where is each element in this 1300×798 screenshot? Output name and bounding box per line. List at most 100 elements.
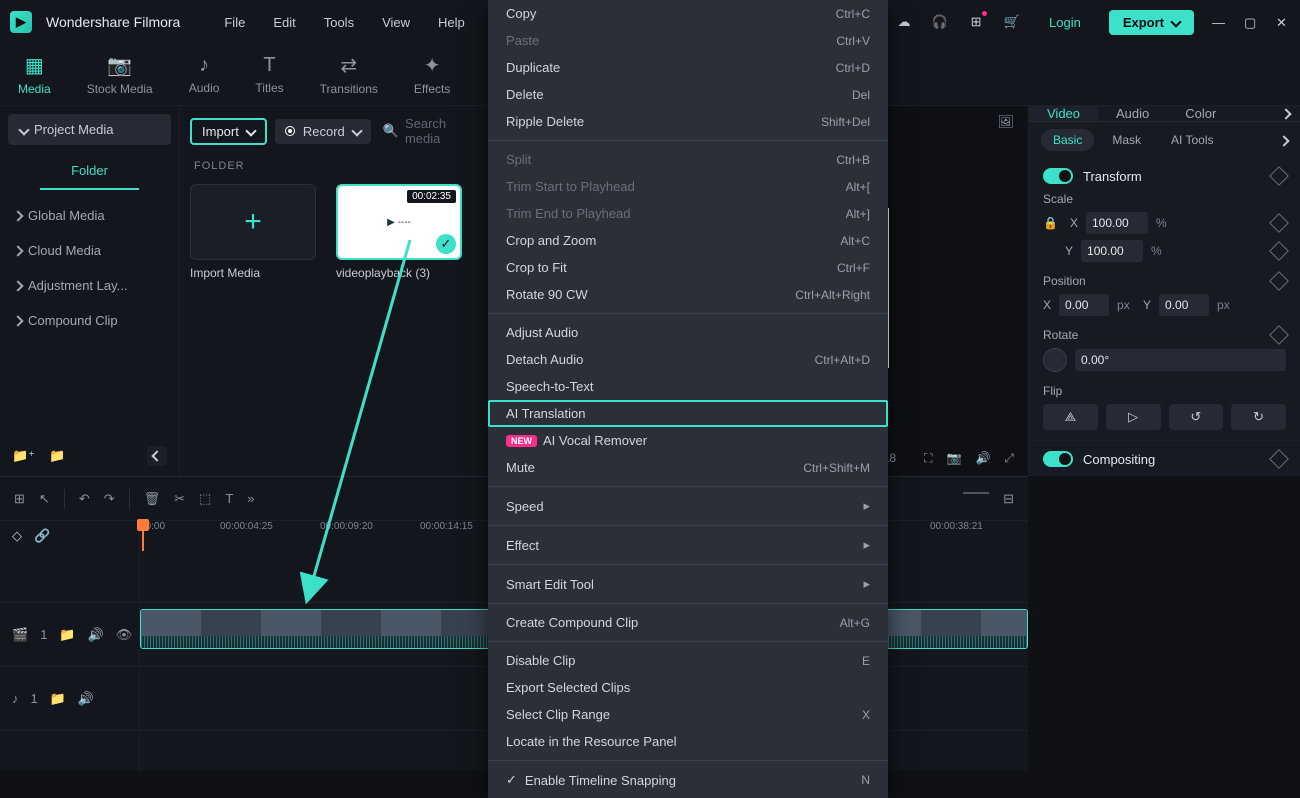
ctx-ai-vocal-remover[interactable]: NEWAI Vocal Remover — [488, 427, 888, 454]
ctx-smart-edit[interactable]: Smart Edit Tool▸ — [488, 570, 888, 598]
cart-icon[interactable]: 🛒 — [1003, 13, 1021, 31]
ctx-adjust-audio[interactable]: Adjust Audio — [488, 319, 888, 346]
ctx-enable-snapping[interactable]: ✓Enable Timeline SnappingN — [488, 766, 888, 794]
compositing-toggle[interactable] — [1043, 451, 1073, 467]
maximize-icon[interactable]: ▢ — [1244, 15, 1258, 29]
collapse-sidebar[interactable] — [147, 446, 167, 466]
pos-y-input[interactable] — [1159, 294, 1209, 316]
media-clip-1[interactable]: 00:02:35 ▶ ---- ✓ videoplayback (3) — [336, 184, 462, 280]
rotate-cw-button[interactable]: ↻ — [1231, 404, 1286, 430]
subtab-basic[interactable]: Basic — [1041, 129, 1094, 151]
ctx-rotate-90[interactable]: Rotate 90 CWCtrl+Alt+Right — [488, 281, 888, 308]
subtab-mask[interactable]: Mask — [1100, 129, 1153, 151]
playhead[interactable] — [142, 521, 144, 551]
audio-track-label[interactable]: ♪1 📁 🔊 — [0, 667, 139, 731]
export-button[interactable]: Export — [1109, 10, 1194, 35]
video-track-label[interactable]: 🎬1 📁 🔊 👁 — [0, 603, 139, 667]
fullscreen-icon[interactable]: ⤢ — [1004, 451, 1014, 466]
minimize-icon[interactable]: — — [1212, 15, 1226, 29]
ctx-crop-zoom[interactable]: Crop and ZoomAlt+C — [488, 227, 888, 254]
rotate-ccw-button[interactable]: ↺ — [1169, 404, 1224, 430]
apps-icon[interactable]: ⊞ — [967, 13, 985, 31]
snapshot-icon[interactable]: 📷 — [946, 451, 961, 466]
ctx-detach-audio[interactable]: Detach AudioCtrl+Alt+D — [488, 346, 888, 373]
volume-icon[interactable]: 🔊 — [88, 627, 104, 643]
keyframe-diamond-icon[interactable] — [1269, 271, 1289, 291]
rotate-input[interactable] — [1075, 349, 1286, 371]
crop-icon[interactable]: ⬚ — [199, 491, 211, 507]
menu-help[interactable]: Help — [438, 15, 465, 30]
menu-view[interactable]: View — [382, 15, 410, 30]
transform-toggle[interactable] — [1043, 168, 1073, 184]
rotate-dial[interactable] — [1043, 348, 1067, 372]
ctx-duplicate[interactable]: DuplicateCtrl+D — [488, 54, 888, 81]
volume-icon[interactable]: 🔊 — [975, 451, 990, 466]
folder-icon[interactable]: 📁 — [49, 448, 65, 464]
ctx-ripple-delete[interactable]: Ripple DeleteShift+Del — [488, 108, 888, 135]
ctx-copy[interactable]: CopyCtrl+C — [488, 0, 888, 27]
ctx-speed[interactable]: Speed▸ — [488, 492, 888, 520]
volume-icon[interactable]: 🔊 — [78, 691, 94, 707]
tab-color-props[interactable]: Color — [1167, 106, 1234, 121]
new-folder-icon[interactable]: 📁⁺ — [12, 448, 35, 464]
ctx-locate[interactable]: Locate in the Resource Panel — [488, 728, 888, 755]
grid-icon[interactable]: ⊞ — [14, 491, 25, 507]
screen-icon[interactable]: ⛶ — [924, 451, 932, 466]
folder-tab[interactable]: Folder — [40, 153, 139, 190]
keyframe-diamond-icon[interactable] — [1269, 241, 1289, 261]
headphones-icon[interactable]: 🎧 — [931, 13, 949, 31]
folder-icon[interactable]: 📁 — [59, 627, 75, 643]
tab-transitions[interactable]: ⇄Transitions — [320, 53, 378, 96]
sidebar-item-adjustment[interactable]: Adjustment Lay... — [0, 268, 179, 303]
mixer-icon[interactable]: ⎺⎺ — [963, 491, 989, 507]
scale-y-input[interactable] — [1081, 240, 1143, 262]
ctx-delete[interactable]: DeleteDel — [488, 81, 888, 108]
more-icon[interactable]: » — [247, 491, 254, 506]
ctx-mute[interactable]: MuteCtrl+Shift+M — [488, 454, 888, 481]
sidebar-item-cloud[interactable]: Cloud Media — [0, 233, 179, 268]
eye-icon[interactable]: 👁 — [116, 627, 133, 643]
ctx-speech-to-text[interactable]: Speech-to-Text — [488, 373, 888, 400]
ctx-create-compound[interactable]: Create Compound ClipAlt+G — [488, 609, 888, 636]
login-button[interactable]: Login — [1039, 11, 1091, 34]
tab-titles[interactable]: TTitles — [255, 54, 283, 95]
lock-icon[interactable]: 🔒 — [1043, 216, 1058, 230]
keyframe-diamond-icon[interactable] — [1269, 166, 1289, 186]
cloud-icon[interactable]: ☁ — [895, 13, 913, 31]
layout-icon[interactable]: ⊟ — [1003, 491, 1014, 507]
menu-edit[interactable]: Edit — [273, 15, 295, 30]
search-input[interactable]: 🔍 Search media — [383, 116, 479, 146]
keyframe-diamond-icon[interactable] — [1269, 449, 1289, 469]
tab-media[interactable]: ▦Media — [18, 53, 51, 96]
keyframe-diamond-icon[interactable] — [1269, 325, 1289, 345]
subtab-ai[interactable]: AI Tools — [1159, 129, 1225, 151]
flip-h-button[interactable]: ⟁ — [1043, 404, 1098, 430]
text-icon[interactable]: T — [225, 491, 233, 506]
flip-v-button[interactable]: ▷ — [1106, 404, 1161, 430]
folder-icon[interactable]: 📁 — [50, 691, 66, 707]
ctx-effect[interactable]: Effect▸ — [488, 531, 888, 559]
tab-video-props[interactable]: Video — [1029, 106, 1098, 121]
record-button[interactable]: Record — [275, 119, 371, 144]
close-icon[interactable]: ✕ — [1276, 15, 1290, 29]
chevron-right-icon[interactable] — [1280, 133, 1288, 148]
chevron-right-icon[interactable] — [1272, 106, 1300, 121]
ctx-export-clips[interactable]: Export Selected Clips — [488, 674, 888, 701]
ctx-ai-translation[interactable]: AI Translation — [488, 400, 888, 427]
link-icon[interactable]: 🔗 — [34, 528, 50, 544]
marker-icon[interactable]: ◇ — [12, 528, 22, 544]
pos-x-input[interactable] — [1059, 294, 1109, 316]
preview-image-icon[interactable]: 🖼 — [997, 114, 1014, 128]
ctx-crop-fit[interactable]: Crop to FitCtrl+F — [488, 254, 888, 281]
tab-audio[interactable]: ♪Audio — [189, 54, 220, 95]
sidebar-item-compound[interactable]: Compound Clip — [0, 303, 179, 338]
menu-file[interactable]: File — [224, 15, 245, 30]
menu-tools[interactable]: Tools — [324, 15, 354, 30]
ctx-disable-clip[interactable]: Disable ClipE — [488, 647, 888, 674]
delete-icon[interactable]: 🗑 — [144, 491, 161, 507]
tab-audio-props[interactable]: Audio — [1098, 106, 1167, 121]
undo-icon[interactable]: ↶ — [79, 491, 90, 507]
tab-stock[interactable]: 📷Stock Media — [87, 53, 153, 96]
import-media-tile[interactable]: + Import Media — [190, 184, 316, 280]
ctx-select-range[interactable]: Select Clip RangeX — [488, 701, 888, 728]
